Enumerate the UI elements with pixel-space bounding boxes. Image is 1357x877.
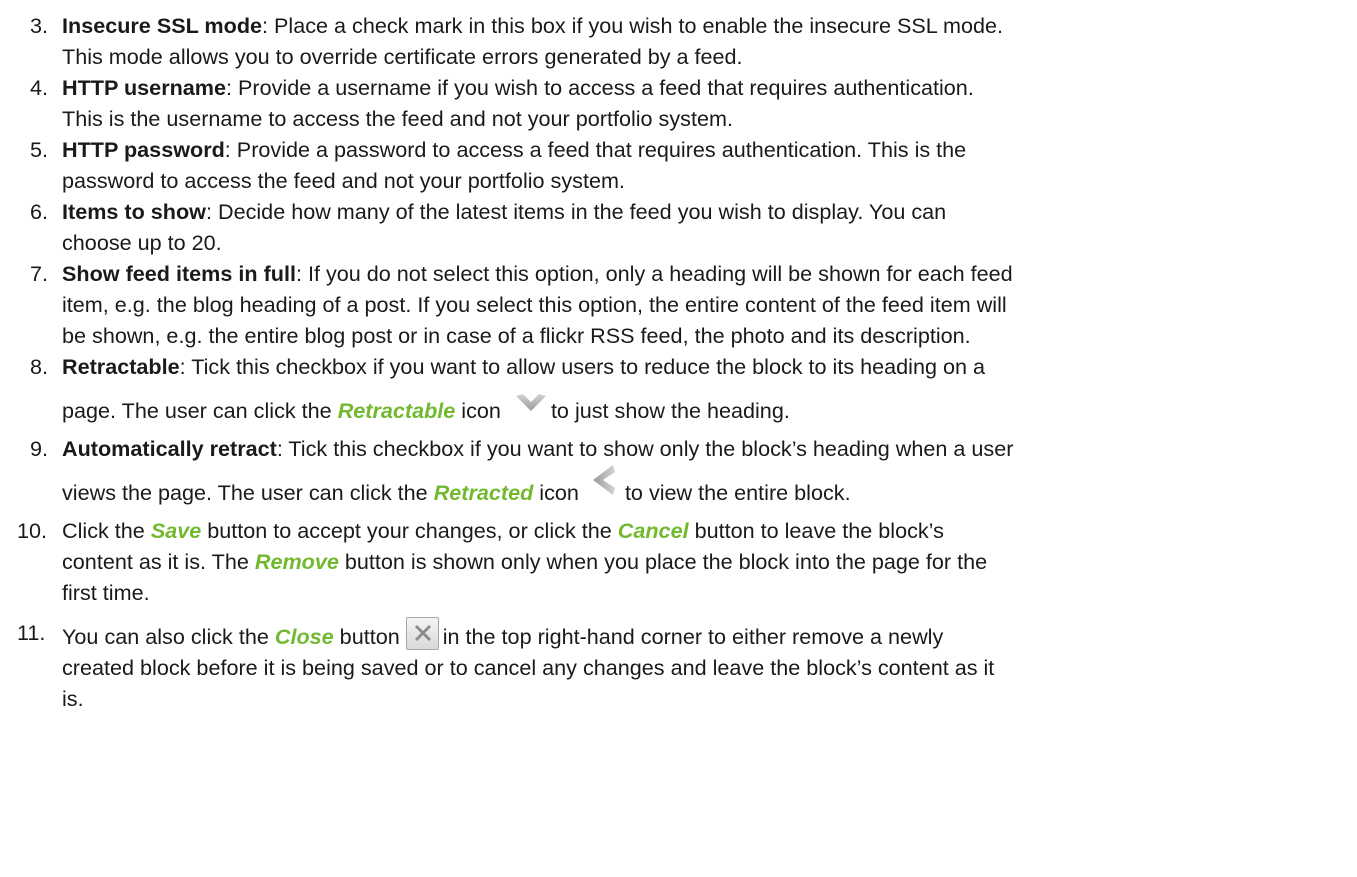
item-text: You can also click the <box>62 624 275 649</box>
item-text: button <box>333 624 400 649</box>
list-number: 3. <box>30 13 49 38</box>
item-text: : Provide a password to access a feed th… <box>224 137 967 162</box>
list-item-retractable: 8. Retractable: Tick this checkbox if yo… <box>0 351 1357 433</box>
highlight-retracted: Retracted <box>433 480 534 505</box>
term-label: Retractable <box>62 354 180 379</box>
list-item-http-username: 4. HTTP username: Provide a username if … <box>0 72 1357 134</box>
item-text: This is the username to access the feed … <box>62 106 733 131</box>
item-text: in the top right-hand corner to either r… <box>442 624 944 649</box>
chevron-left-icon <box>591 464 615 496</box>
list-item-automatically-retract: 9. Automatically retract: Tick this chec… <box>0 433 1357 515</box>
item-text: button is shown only when you place the … <box>338 549 988 574</box>
list-item-close: 11. You can also click the Close button i… <box>0 617 1357 714</box>
list-number: 6. <box>30 199 49 224</box>
item-text: be shown, e.g. the entire blog post or i… <box>62 323 971 348</box>
list-number: 4. <box>30 75 49 100</box>
item-text: : If you do not select this option, only… <box>295 261 1013 286</box>
item-text: : Tick this checkbox if you want to allo… <box>179 354 986 379</box>
item-text: : Tick this checkbox if you want to show… <box>276 436 1014 461</box>
item-text: icon <box>533 480 579 505</box>
item-text: password to access the feed and not your… <box>62 168 625 193</box>
list-item-insecure-ssl: 3. Insecure SSL mode: Place a check mark… <box>0 10 1357 72</box>
highlight-retractable: Retractable <box>337 398 456 423</box>
highlight-cancel: Cancel <box>617 518 689 543</box>
list-item-save-cancel: 10. Click the Save button to accept your… <box>0 515 1357 608</box>
item-text: icon <box>455 398 501 423</box>
item-text: to just show the heading. <box>550 398 790 423</box>
list-number: 9. <box>30 436 49 461</box>
item-text: : Provide a username if you wish to acce… <box>226 75 974 100</box>
item-text: to view the entire block. <box>624 480 851 505</box>
term-label: Insecure SSL mode <box>62 13 263 38</box>
term-label: HTTP username <box>62 75 227 100</box>
item-text: content as it is. The <box>62 549 255 574</box>
term-label: Items to show <box>62 199 206 224</box>
list-number: 11. <box>17 620 46 645</box>
term-label: Show feed items in full <box>62 261 296 286</box>
list-item-http-password: 5. HTTP password: Provide a password to … <box>0 134 1357 196</box>
item-text: item, e.g. the blog heading of a post. I… <box>62 292 1007 317</box>
list-number: 8. <box>30 354 49 379</box>
chevron-down-icon <box>515 382 547 411</box>
item-text: Click the <box>62 518 151 543</box>
item-text: created block before it is being saved o… <box>62 655 995 680</box>
item-text: button to leave the block’s <box>688 518 944 543</box>
list-number: 7. <box>30 261 49 286</box>
list-item-show-full: 7. Show feed items in full: If you do no… <box>0 258 1357 351</box>
list-item-items-to-show: 6. Items to show: Decide how many of the… <box>0 196 1357 258</box>
term-label: HTTP password <box>62 137 225 162</box>
highlight-remove: Remove <box>254 549 339 574</box>
item-text: : Place a check mark in this box if you … <box>262 13 1003 38</box>
item-text: button to accept your changes, or click … <box>201 518 618 543</box>
highlight-close: Close <box>274 624 334 649</box>
item-text: page. The user can click the <box>62 398 338 423</box>
item-text: This mode allows you to override certifi… <box>62 44 743 69</box>
close-icon <box>405 617 439 650</box>
list-number: 5. <box>30 137 49 162</box>
item-text: views the page. The user can click the <box>62 480 434 505</box>
item-text: first time. <box>62 580 150 605</box>
term-label: Automatically retract <box>62 436 277 461</box>
item-text: choose up to 20. <box>62 230 222 255</box>
item-text: : Decide how many of the latest items in… <box>205 199 947 224</box>
item-text: is. <box>62 686 84 711</box>
highlight-save: Save <box>150 518 202 543</box>
list-number: 10. <box>17 518 48 543</box>
instructions-document: 3. Insecure SSL mode: Place a check mark… <box>0 0 1357 877</box>
